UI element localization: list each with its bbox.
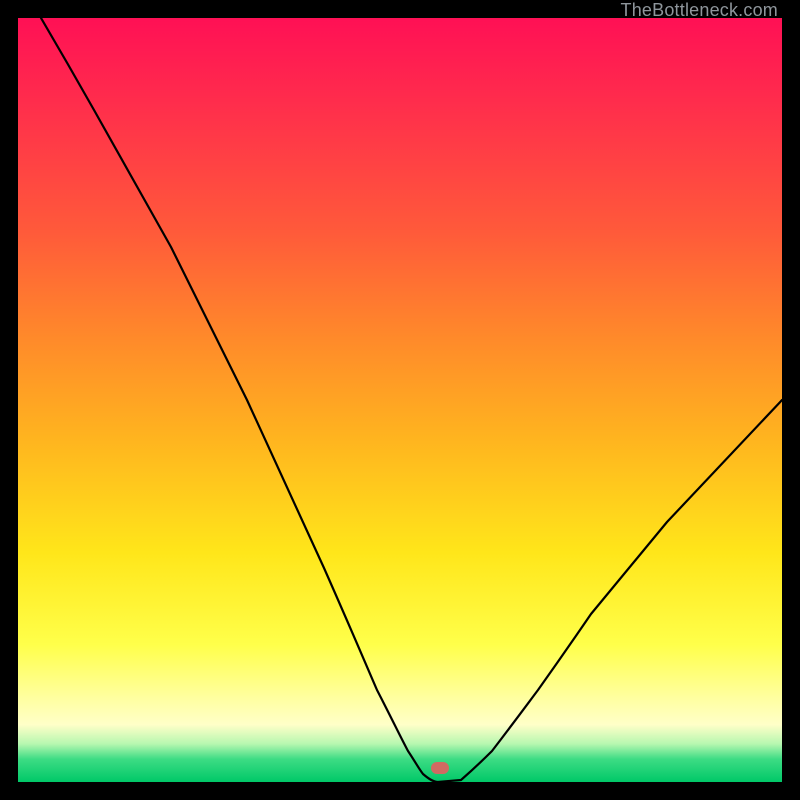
watermark-text: TheBottleneck.com: [621, 0, 778, 21]
min-marker: [431, 762, 449, 774]
plot-area: [18, 18, 782, 782]
bottleneck-curve: [18, 18, 782, 782]
bottleneck-curve-path: [41, 18, 782, 782]
